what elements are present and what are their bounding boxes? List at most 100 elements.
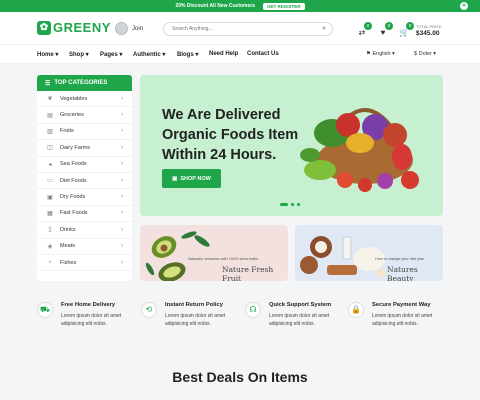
total-value: $345.00 xyxy=(416,30,440,37)
chevron-right-icon: › xyxy=(121,259,123,266)
fruit-icon: ▥ xyxy=(47,128,53,135)
chevron-right-icon: › xyxy=(121,210,123,217)
main-nav: Home ▾ Shop ▾ Pages ▾ Authentic ▾ Blogs … xyxy=(0,44,480,64)
vegetable-icon: ❦ xyxy=(47,96,53,103)
nav-shop[interactable]: Shop ▾ xyxy=(69,51,89,58)
nav-authentic[interactable]: Authentic ▾ xyxy=(133,51,165,58)
total-label: TOTAL PRICE xyxy=(416,24,442,29)
logo[interactable]: ✿ GREENY xyxy=(37,20,111,35)
cart-icon[interactable]: 🛒 0 xyxy=(397,22,414,40)
lock-icon: 🔒 xyxy=(348,302,364,318)
fish-icon: ◂ xyxy=(48,161,52,168)
header: ✿ GREENY Join ⌕ ⇄ 0 ♥ 0 🛒 0 TOTAL PRICE … xyxy=(0,12,480,44)
chevron-right-icon: › xyxy=(121,128,123,135)
vegetable-basket-image xyxy=(300,108,419,192)
section-title: Best Deals On Items xyxy=(172,369,308,385)
category-label: Fruits xyxy=(60,128,74,135)
category-label: Fast Foods xyxy=(60,210,88,217)
meat-icon: ◈ xyxy=(47,243,53,250)
shop-now-button[interactable]: ▣ SHOP NOW xyxy=(162,169,221,188)
chevron-right-icon: › xyxy=(121,144,123,151)
register-button[interactable]: GET REGISTER xyxy=(263,2,305,10)
nav-contact-us[interactable]: Contact Us xyxy=(247,51,279,57)
diet-icon: ▭ xyxy=(47,178,53,185)
slider-dot[interactable] xyxy=(297,203,300,206)
fishes-icon: ♆ xyxy=(47,259,53,266)
category-fast-foods[interactable]: ▦ Fast Foods › xyxy=(37,206,132,223)
feature-desc: Lorem ipsum dolor sit amet adipisicing e… xyxy=(61,313,122,327)
category-label: Drinks xyxy=(60,226,76,233)
nav-pages[interactable]: Pages ▾ xyxy=(100,51,122,58)
feature-title: Secure Payment Way xyxy=(372,302,431,308)
close-icon[interactable]: × xyxy=(460,2,468,10)
promo-text: 20% Discount All New Customers xyxy=(175,3,256,9)
feature-desc: Lorem ipsum dolor sit amet adipisicing e… xyxy=(372,313,433,327)
feature-desc: Lorem ipsum dolor sit amet adipisicing e… xyxy=(165,313,226,327)
feature-title: Free Home Delivery xyxy=(61,302,116,308)
dairy-icon: ◫ xyxy=(47,145,53,152)
slider-dots xyxy=(280,203,300,206)
category-dry-foods[interactable]: ▣ Dry Foods › xyxy=(37,189,132,206)
currency-label: Doler ▾ xyxy=(418,51,437,57)
search-input[interactable] xyxy=(164,23,314,35)
language-select[interactable]: ⚑ English ▾ xyxy=(366,51,395,57)
fast-food-icon: ▦ xyxy=(47,210,53,217)
slider-dot[interactable] xyxy=(291,203,294,206)
menu-icon: ☰ xyxy=(45,80,51,87)
banner-title: Natures Beauty xyxy=(387,265,418,281)
category-label: Meats xyxy=(60,243,75,250)
chevron-right-icon: › xyxy=(121,161,123,168)
category-meats[interactable]: ◈ Meats › xyxy=(37,239,132,255)
category-label: Vegetables xyxy=(60,95,88,102)
compare-icon[interactable]: ⇄ 0 xyxy=(355,22,372,40)
search-box: ⌕ xyxy=(163,22,333,36)
category-fruits[interactable]: ▥ Fruits › xyxy=(37,124,132,141)
currency-select[interactable]: $ Doler ▾ xyxy=(414,51,436,57)
sidebar-header[interactable]: ☰ TOP CATEGORIES xyxy=(37,75,132,91)
category-label: Sea Foods xyxy=(60,161,87,168)
avatar xyxy=(115,22,128,35)
language-label: English ▾ xyxy=(372,51,395,57)
banner-subtitle: Naturally verisalize with 100% shea butt… xyxy=(188,257,259,261)
logo-text: GREENY xyxy=(53,20,111,35)
chevron-right-icon: › xyxy=(121,112,123,119)
category-label: Diet Foods xyxy=(60,177,87,184)
category-vegetables[interactable]: ❦ Vegetables › xyxy=(37,91,132,108)
category-drinks[interactable]: ▯ Drinks › xyxy=(37,222,132,239)
chevron-right-icon: › xyxy=(121,194,123,201)
join-label: Join xyxy=(132,25,144,32)
chevron-right-icon: › xyxy=(121,243,123,250)
nav-blogs[interactable]: Blogs ▾ xyxy=(177,51,198,58)
hero-banner: We Are Delivered Organic Foods Item With… xyxy=(140,75,443,216)
beauty-products-image xyxy=(300,236,386,278)
category-sidebar: ☰ TOP CATEGORIES ❦ Vegetables › ▤ Groceries… xyxy=(37,75,132,281)
category-sea-foods[interactable]: ◂ Sea Foods › xyxy=(37,157,132,173)
banner-title: Nature Fresh Fruit xyxy=(222,265,274,281)
category-dairy-farms[interactable]: ◫ Dairy Farms › xyxy=(37,140,132,157)
dry-food-icon: ▣ xyxy=(47,194,53,201)
category-diet-foods[interactable]: ▭ Diet Foods › xyxy=(37,173,132,190)
nav-home[interactable]: Home ▾ xyxy=(37,51,58,58)
cart-total[interactable]: TOTAL PRICE $345.00 xyxy=(416,24,442,37)
category-fishes[interactable]: ♆ Fishes › xyxy=(37,255,132,272)
chevron-right-icon: › xyxy=(121,95,123,102)
promo-banner-beauty[interactable]: How to change your diet plan Natures Bea… xyxy=(295,225,443,281)
promo-banner-fruit[interactable]: Naturally verisalize with 100% shea butt… xyxy=(140,225,288,281)
join-link[interactable]: Join xyxy=(115,22,143,35)
feature-title: Quick Support System xyxy=(269,302,332,308)
category-label: Groceries xyxy=(60,112,84,119)
search-icon[interactable]: ⌕ xyxy=(322,25,326,33)
drink-icon: ▯ xyxy=(48,227,52,234)
feature-title: Instant Return Policy xyxy=(165,302,223,308)
sidebar-title: TOP CATEGORIES xyxy=(54,80,108,86)
heart-icon[interactable]: ♥ 0 xyxy=(376,22,393,40)
leaf-icon: ✿ xyxy=(37,20,51,35)
grocery-icon: ▤ xyxy=(47,112,53,119)
nav-need-help[interactable]: Need Help xyxy=(209,51,238,57)
banner-subtitle: How to change your diet plan xyxy=(375,257,425,261)
category-groceries[interactable]: ▤ Groceries › xyxy=(37,107,132,124)
features-row: ⛟ Free Home Delivery Lorem ipsum dolor s… xyxy=(37,300,447,334)
compare-badge: 0 xyxy=(364,22,372,30)
slider-dot[interactable] xyxy=(280,203,288,206)
category-label: Fishes xyxy=(60,259,77,266)
